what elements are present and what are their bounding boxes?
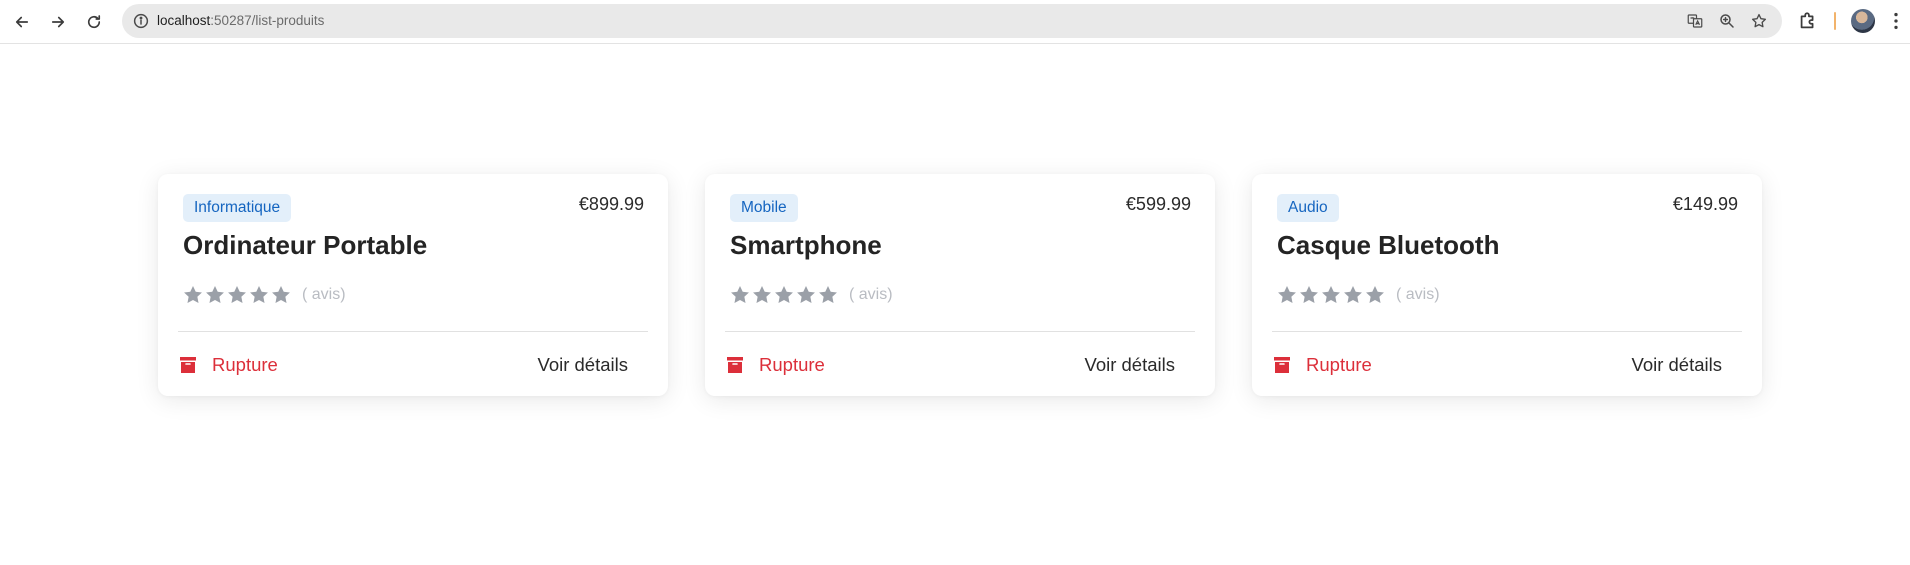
star-icon [1344,286,1362,303]
star-outline-icon[interactable] [1750,12,1768,30]
star-icon [1366,286,1384,303]
star-icon [731,286,749,303]
product-card[interactable]: Mobile €599.99 Smartphone ( avis) Ruptur… [705,174,1215,396]
stock-status: Rupture [725,354,825,376]
zoom-icon[interactable] [1718,12,1736,30]
stock-status: Rupture [1272,354,1372,376]
rating-stars [1276,284,1386,306]
puzzle-icon[interactable] [1797,10,1819,32]
url-host: localhost [157,13,211,28]
product-name[interactable]: Smartphone [730,230,882,261]
product-name[interactable]: Ordinateur Portable [183,230,427,261]
stock-label: Rupture [212,354,278,375]
stock-label: Rupture [759,354,825,375]
forward-button[interactable] [44,8,72,36]
view-details-link[interactable]: Voir détails [1085,354,1176,376]
profile-avatar[interactable] [1851,9,1875,33]
divider [725,331,1195,332]
star-icon [272,286,290,303]
category-badge: Informatique [183,194,292,222]
arrow-right-icon [51,16,65,28]
review-count: ( avis) [849,286,893,303]
star-icon [819,286,837,303]
divider [1272,331,1742,332]
reload-button[interactable] [80,8,108,36]
browser-toolbar: localhost:50287/list-produits [0,0,1910,44]
view-details-link[interactable]: Voir détails [538,354,629,376]
product-price: €899.99 [578,194,644,214]
star-icon [184,286,202,303]
stock-label: Rupture [1306,354,1372,375]
stock-status: Rupture [178,354,278,376]
review-count: ( avis) [302,286,346,303]
view-details-link[interactable]: Voir détails [1632,354,1723,376]
arrow-left-icon [15,16,29,28]
star-icon [753,286,771,303]
product-card[interactable]: Audio €149.99 Casque Bluetooth ( avis) R… [1252,174,1762,396]
star-icon [1278,286,1296,303]
translate-icon[interactable] [1686,12,1704,30]
box-icon [1274,357,1290,373]
address-bar[interactable]: localhost:50287/list-produits [122,4,1782,38]
product-price: €149.99 [1672,194,1738,214]
rating: ( avis) [729,284,893,306]
category-badge: Audio [1277,194,1339,222]
info-icon[interactable] [132,12,150,30]
divider [178,331,648,332]
box-icon [727,357,743,373]
back-button[interactable] [8,8,36,36]
product-name[interactable]: Casque Bluetooth [1277,230,1499,261]
star-icon [1300,286,1318,303]
rating: ( avis) [1276,284,1440,306]
toolbar-separator [1834,12,1836,30]
star-icon [1322,286,1340,303]
star-icon [797,286,815,303]
category-badge: Mobile [730,194,798,222]
rating-stars [182,284,292,306]
url-path: :50287/list-produits [210,13,325,28]
star-icon [775,286,793,303]
product-price: €599.99 [1125,194,1191,214]
product-list: Informatique €899.99 Ordinateur Portable… [158,174,1762,396]
reload-icon [87,15,101,29]
star-icon [250,286,268,303]
star-icon [228,286,246,303]
rating: ( avis) [182,284,346,306]
url-text[interactable]: localhost:50287/list-produits [157,13,324,28]
product-card[interactable]: Informatique €899.99 Ordinateur Portable… [158,174,668,396]
star-icon [206,286,224,303]
rating-stars [729,284,839,306]
kebab-menu-icon[interactable] [1888,10,1904,32]
box-icon [180,357,196,373]
review-count: ( avis) [1396,286,1440,303]
